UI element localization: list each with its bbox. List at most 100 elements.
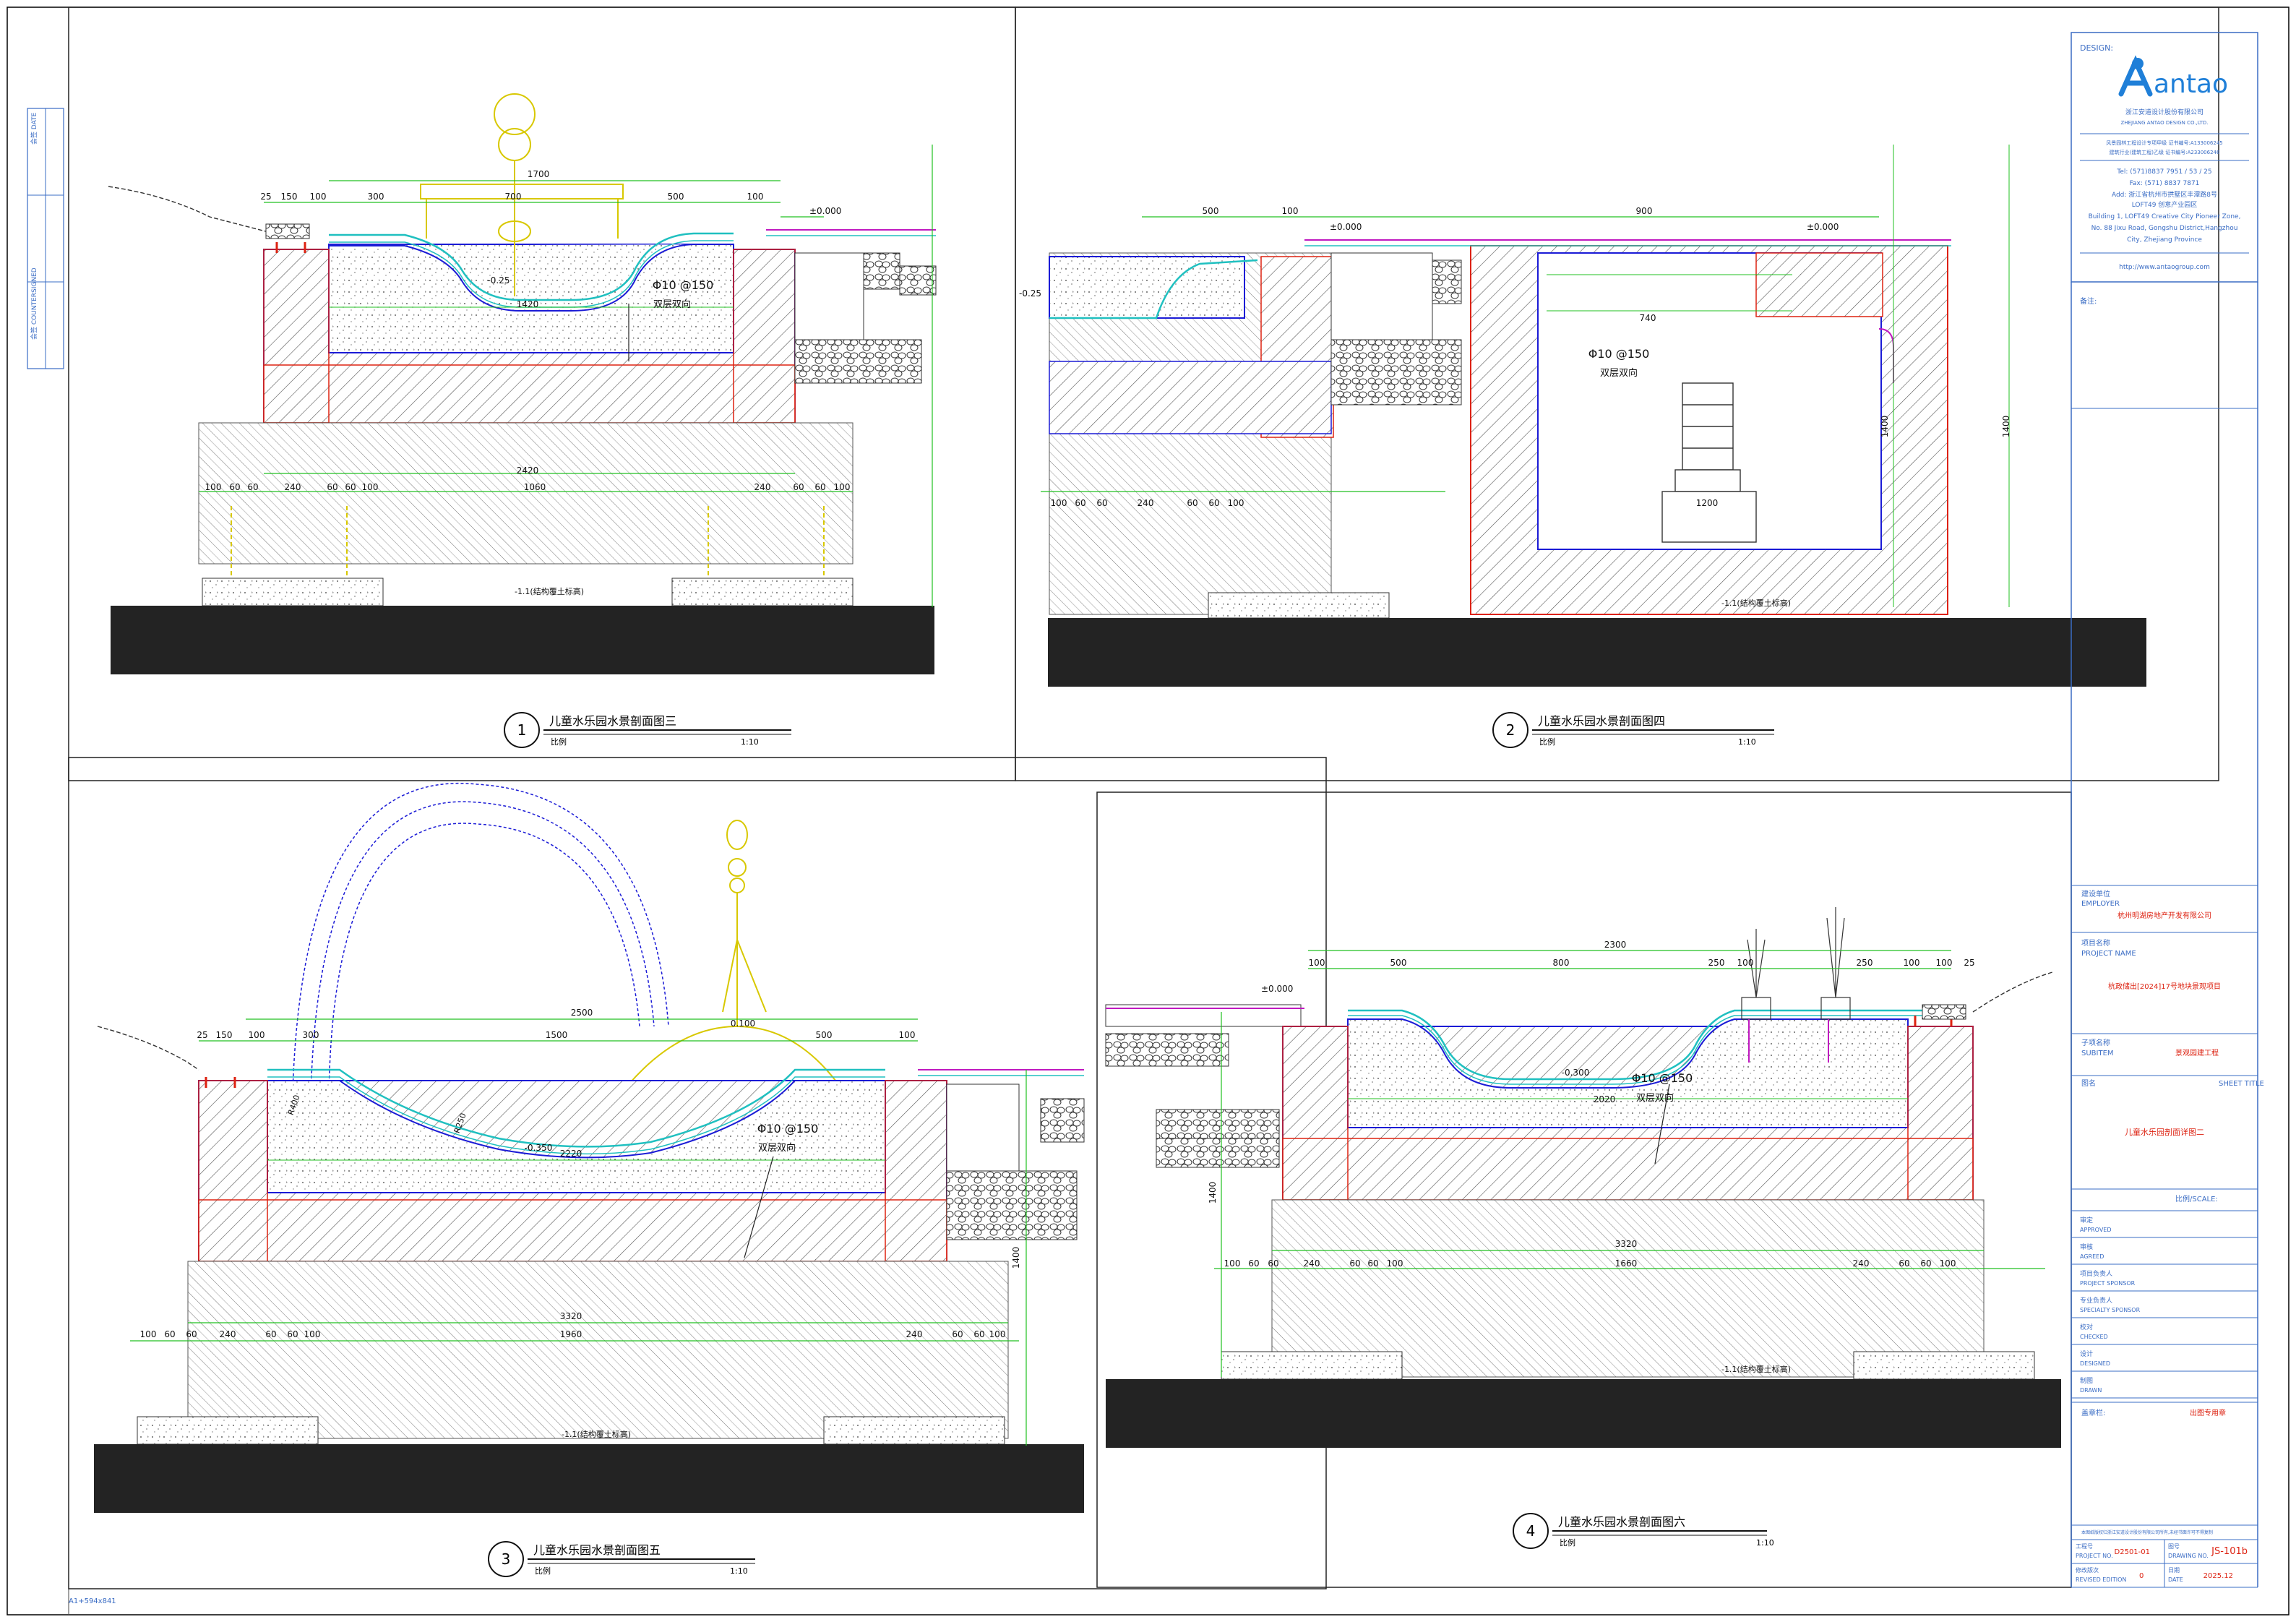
s1-top-dim-4: 700 [505,192,522,202]
s3-top-dim-5: 500 [816,1030,833,1040]
s2-rebar: Φ10 @150 [1588,347,1650,361]
tb-company-en: ZHEJIANG ANTAO DESIGN CO.,LTD. [2120,120,2208,126]
s1-top-dim-1: 150 [281,192,298,202]
drawing-sheet: 会签 DATE 会签 COUNTERSIGNED 1 儿童水乐园水景剖面图三 比… [7,7,2289,1615]
s1-rebar: Φ10 @150 [653,278,714,292]
signoff-cn-0: 审定 [2080,1216,2093,1224]
tb-employer-en: EMPLOYER [2081,900,2120,908]
s3-top-dim-2: 100 [249,1030,265,1040]
section-4: 4 儿童水乐园水景剖面图六 比例 1:10 [1105,907,2061,1549]
s2-base-dim-0: 100 [1051,498,1067,508]
s1-level-top: ±0.000 [809,206,841,216]
section-1-scale-label: 比例 [551,737,567,747]
s2-level-a: ±0.000 [1330,222,1362,232]
tb-projno: D2501-01 [2115,1548,2150,1556]
s2-pit-width: 740 [1640,313,1656,323]
s1-base-dim-9: 60 [793,482,804,492]
tb-subitem-en: SUBITEM [2081,1050,2114,1057]
s4-base-dim-6: 100 [1387,1258,1403,1269]
s4-rebar: Φ10 @150 [1632,1071,1693,1085]
signoff-en-4: CHECKED [2080,1334,2108,1340]
s1-top-dim-0: 25 [260,192,271,202]
tb-addr1: Add: 浙江省杭州市拱墅区丰潭路8号 [2112,190,2217,199]
s3-base-dim-6: 100 [304,1329,321,1339]
tb-project-value: 杭政储出[2024]17号地块景观项目 [2108,982,2221,991]
s4-side-height: 1400 [1208,1182,1218,1204]
s4-base-dim-2: 60 [1268,1258,1278,1269]
s2-base-dim-6: 100 [1228,498,1244,508]
tb-revised-cn: 修改版次 [2076,1566,2099,1574]
tb-dwgno-cn: 图号 [2168,1543,2180,1550]
tb-fax: Fax: (571) 8837 7871 [2130,180,2200,187]
section-4-number: 4 [1526,1522,1536,1540]
s2-base-dim-3: 240 [1138,498,1154,508]
s1-base-dim-2: 60 [247,482,258,492]
s1-inner-dim: 1420 [517,299,539,309]
tb-dwgno: JS-101b [2211,1546,2248,1557]
tb-date-en: DATE [2168,1576,2183,1583]
tb-website: http://www.antaogroup.com [2119,264,2210,271]
s2-base-dim-2: 60 [1096,498,1107,508]
tb-addr2: LOFT49 创意产业园区 [2132,200,2198,209]
s2-level-b: ±0.000 [1807,222,1839,232]
s4-base-dim-9: 60 [1920,1258,1931,1269]
s2-found-note: -1.1(结构覆土标高) [1721,598,1791,608]
signoff-cn-3: 专业负责人 [2080,1296,2112,1305]
section-3-scale-label: 比例 [535,1566,551,1576]
s3-base-mid: 1960 [560,1329,582,1339]
signoff-cn-5: 设计 [2080,1349,2093,1358]
tb-date-cn: 日期 [2168,1567,2180,1574]
s2-base-dim-5: 60 [1208,498,1219,508]
s4-base-dim-1: 60 [1248,1258,1259,1269]
section-2-number: 2 [1506,721,1515,739]
antao-logo: antao [2118,55,2228,99]
tb-dwgno-en: DRAWING NO. [2168,1553,2209,1559]
left-signature-strip: 会签 DATE 会签 COUNTERSIGNED [27,108,64,369]
s2-top-dim-0: 500 [1203,206,1219,216]
s4-rebar-note: 双层双向 [1636,1092,1674,1104]
s3-upper-dim: 2500 [571,1008,593,1018]
tb-revised: 0 [2139,1572,2144,1580]
tb-project-en: PROJECT NAME [2081,950,2136,958]
s1-base-dim-3: 240 [285,482,301,492]
s3-inner-dim: 2220 [560,1149,582,1159]
tb-seal-label: 盖章栏: [2081,1408,2105,1417]
s2-pump-width: 1200 [1696,498,1719,508]
s4-base-dim-0: 100 [1224,1258,1241,1269]
section-2-scale-label: 比例 [1539,737,1555,747]
signoff-en-3: SPECIALTY SPONSOR [2080,1307,2141,1313]
tb-employer-value: 杭州明湖房地产开发有限公司 [2117,911,2211,920]
s1-top-dim-2: 100 [310,192,327,202]
section-2: 2 儿童水乐园水景剖面图四 比例 1:10 [1041,145,2146,748]
section-3-number: 3 [502,1550,511,1568]
s2-base-dim-1: 60 [1075,498,1085,508]
signoff-cn-1: 审核 [2080,1243,2093,1251]
s1-base-dim-0: 100 [205,482,222,492]
s3-level-top: 0.100 [731,1018,755,1029]
section-2-scale: 1:10 [1738,737,1756,747]
s4-top-dim-1: 500 [1390,958,1407,968]
tb-subitem-value: 景观园建工程 [2175,1048,2219,1057]
s4-top-dim-6: 100 [1904,958,1920,968]
tb-projno-en: PROJECT NO. [2076,1553,2113,1559]
tb-addr4: No. 88 Jixu Road, Gongshu District,Hangz… [2091,225,2238,232]
s1-overall-dim: 2420 [517,465,539,476]
tb-seal-value: 出图专用章 [2190,1408,2226,1417]
s3-base-dim-4: 60 [265,1329,276,1339]
section-1: 1 儿童水乐园水景剖面图三 比例 1:10 [108,93,937,748]
signoff-en-5: DESIGNED [2080,1360,2110,1367]
s3-top-dim-4: 1500 [546,1030,568,1040]
signoff-en-6: DRAWN [2080,1387,2102,1394]
tb-date: 2025.12 [2203,1572,2233,1580]
s1-base-dim-6: 100 [362,482,379,492]
s4-top-dim-4: 100 [1737,958,1754,968]
tb-revised-en: REVISED EDITION [2076,1576,2126,1583]
s1-base-dim-8: 240 [754,482,771,492]
s1-base-dim-5: 60 [345,482,356,492]
s3-base-dim-0: 100 [140,1329,157,1339]
section-3-scale: 1:10 [730,1566,748,1576]
signoff-en-2: PROJECT SPONSOR [2080,1280,2136,1287]
s4-level-bottom: -0.300 [1562,1068,1590,1078]
s4-top-dim-7: 100 [1936,958,1953,968]
s3-found-note: -1.1(结构覆土标高) [562,1429,631,1439]
